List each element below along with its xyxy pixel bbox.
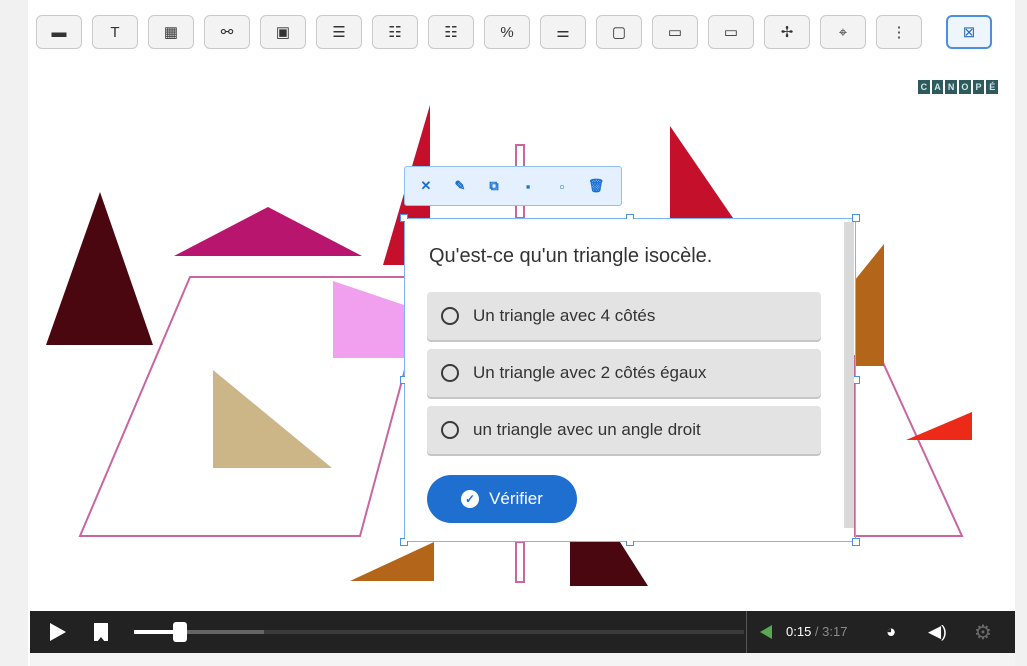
magenta-triangle	[174, 207, 362, 256]
check-circle-icon: ✓	[461, 490, 480, 508]
right-trapezoid-outline	[854, 355, 964, 537]
quiz-option-label: Un triangle avec 2 côtés égaux	[473, 363, 707, 382]
logo-letter: A	[931, 80, 944, 94]
logo-letter: N	[945, 80, 958, 94]
quiz-option-label: un triangle avec un angle droit	[473, 420, 701, 439]
logo-letter: C	[918, 80, 930, 94]
quiz-option[interactable]: Un triangle avec 2 côtés égaux	[427, 349, 821, 397]
video-player-controls: 0:15 / 3:17 ◕ ◀) ⚙	[30, 611, 1015, 653]
settings-gear-icon[interactable]: ⚙	[974, 620, 992, 645]
bookmark-icon[interactable]	[94, 623, 108, 642]
seek-bar-buffered	[182, 630, 264, 634]
interaction-marker-icon[interactable]	[760, 625, 772, 639]
bring-forward-icon[interactable]: ▪	[517, 179, 539, 194]
logo-letter: O	[959, 80, 971, 94]
dark-red-triangle-left	[46, 192, 153, 345]
copy-icon[interactable]: ⧉	[483, 178, 505, 194]
send-backward-icon[interactable]: ▫	[551, 179, 573, 194]
orange-triangle-right	[855, 244, 884, 366]
crimson-triangle-right	[670, 126, 733, 218]
radio-icon[interactable]	[441, 307, 459, 325]
bottom-strip	[30, 653, 1015, 666]
verify-button[interactable]: ✓ Vérifier	[427, 475, 577, 523]
play-icon[interactable]	[50, 623, 66, 641]
pink-quad	[333, 281, 410, 358]
quiz-option[interactable]: un triangle avec un angle droit	[427, 406, 821, 454]
playback-speed-icon[interactable]: ◕	[886, 622, 896, 642]
quiz-question: Qu'est-ce qu'un triangle isocèle.	[429, 245, 713, 267]
radio-icon[interactable]	[441, 421, 459, 439]
seek-bar[interactable]	[134, 622, 744, 642]
element-actions-toolbar: ✕ ✎ ⧉ ▪ ▫ 🗑	[404, 166, 622, 206]
player-divider	[746, 611, 747, 653]
volume-icon[interactable]: ◀)	[928, 622, 947, 642]
tan-triangle	[213, 370, 332, 468]
time-display: 0:15 / 3:17	[786, 624, 847, 639]
quiz-panel: Qu'est-ce qu'un triangle isocèle. Un tri…	[405, 219, 851, 541]
canope-logo: CANOPÉ	[918, 80, 999, 94]
quiz-option[interactable]: Un triangle avec 4 côtés	[427, 292, 821, 340]
pink-vertical-bar-bottom	[515, 541, 525, 583]
resize-handle-top-right[interactable]	[852, 214, 860, 222]
expand-icon[interactable]: ✕	[415, 178, 437, 194]
delete-icon[interactable]: 🗑	[585, 178, 607, 194]
time-separator: /	[811, 624, 823, 639]
resize-handle-bottom-right[interactable]	[852, 538, 860, 546]
dark-red-triangle-bottom	[570, 542, 648, 586]
logo-letter: É	[986, 80, 999, 94]
verify-button-label: Vérifier	[489, 489, 543, 508]
seek-handle[interactable]	[173, 622, 187, 642]
radio-icon[interactable]	[441, 364, 459, 382]
total-time: 3:17	[822, 624, 848, 639]
logo-letter: P	[972, 80, 985, 94]
edit-icon[interactable]: ✎	[449, 178, 471, 194]
quiz-option-label: Un triangle avec 4 côtés	[473, 306, 656, 325]
quiz-scrollbar[interactable]	[844, 222, 854, 528]
orange-triangle-bottom	[350, 542, 434, 581]
current-time: 0:15	[786, 624, 812, 639]
